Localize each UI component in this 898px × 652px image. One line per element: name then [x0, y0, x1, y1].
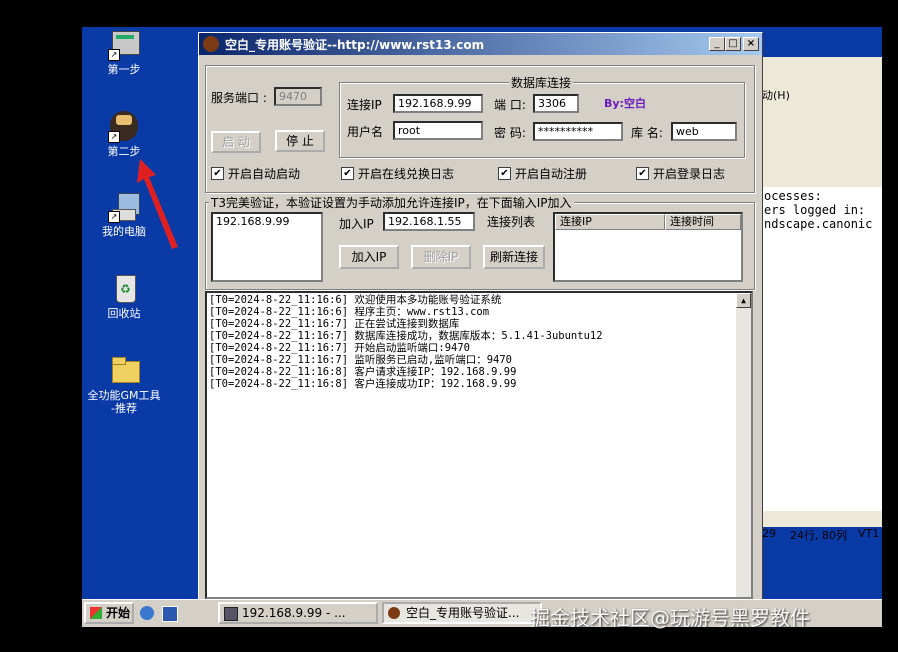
- app-shortcut-icon: ↗: [108, 29, 140, 61]
- delete-ip-button[interactable]: 删除IP: [411, 245, 471, 269]
- minimize-button[interactable]: _: [709, 37, 725, 51]
- taskbar-item-label: 192.168.9.99 - ...: [242, 606, 346, 620]
- app-icon: [388, 607, 400, 619]
- log-line: [T0=2024-8-22_11:16:6] 程序主页：www.rst13.co…: [209, 306, 490, 318]
- close-button[interactable]: ×: [743, 37, 759, 51]
- add-ip-button[interactable]: 加入IP: [339, 245, 399, 269]
- checkbox-label: 开启自动启动: [228, 167, 301, 181]
- db-group-title: 数据库连接: [509, 74, 574, 91]
- list-item[interactable]: 192.168.9.99: [216, 215, 318, 228]
- desktop-icon-my-computer[interactable]: ↗ 我的电脑: [84, 191, 164, 238]
- connection-list-header: 连接IP 连接时间: [555, 214, 741, 230]
- checkbox-label: 开启在线兑换日志: [358, 167, 455, 181]
- dbport-label: 端 口:: [494, 98, 526, 112]
- desktop-icon-step1[interactable]: ↗ 第一步: [84, 29, 164, 76]
- watermark: 掘金技术社区@玩游号黑罗教件: [530, 606, 810, 630]
- add-ip-label: 加入IP: [339, 217, 374, 231]
- check-icon: ✔: [636, 167, 649, 180]
- game-shortcut-icon: ↗: [108, 111, 140, 143]
- user-field[interactable]: root: [393, 121, 483, 140]
- desktop-icon-label: 第一步: [107, 63, 141, 76]
- col-time[interactable]: 连接时间: [665, 214, 741, 230]
- desktop-icon-label: 回收站: [107, 307, 141, 320]
- terminal-line: ocesses:: [764, 189, 822, 203]
- port-label: 服务端口 :: [211, 91, 267, 105]
- dbname-label: 库 名:: [631, 126, 663, 140]
- ip-label: 连接IP: [347, 98, 382, 112]
- refresh-connections-button[interactable]: 刷新连接: [483, 245, 545, 269]
- pwd-label: 密 码:: [494, 126, 526, 140]
- auto-start-checkbox[interactable]: ✔ 开启自动启动: [211, 165, 300, 182]
- conn-list-label: 连接列表: [487, 215, 536, 229]
- start-button[interactable]: 启 动: [211, 131, 261, 153]
- check-icon: ✔: [211, 167, 224, 180]
- taskbar-item-auth[interactable]: 空白_专用账号验证...: [382, 602, 542, 624]
- folder-icon: [108, 355, 140, 387]
- scroll-up-icon[interactable]: ▲: [736, 293, 751, 308]
- log-line: [T0=2024-8-22_11:16:6] 欢迎使用本多功能账号验证系统: [209, 294, 502, 306]
- desktop-icon-recycle-bin[interactable]: ♻ 回收站: [84, 273, 164, 320]
- allowed-ip-list[interactable]: 192.168.9.99: [211, 212, 323, 282]
- window-title: 空白_专用账号验证--http://www.rst13.com: [225, 37, 485, 52]
- bg-menu-help[interactable]: 动(H): [762, 87, 790, 103]
- user-label: 用户名: [347, 125, 384, 139]
- connection-list[interactable]: 连接IP 连接时间: [553, 212, 743, 282]
- title-bar[interactable]: 空白_专用账号验证--http://www.rst13.com: [199, 33, 762, 55]
- terminal-icon: [224, 607, 238, 621]
- ip-field[interactable]: 192.168.9.99: [393, 94, 483, 113]
- add-ip-field[interactable]: 192.168.1.55: [383, 212, 475, 231]
- check-icon: ✔: [498, 167, 511, 180]
- auto-register-checkbox[interactable]: ✔ 开启自动注册: [498, 165, 587, 182]
- dbport-field[interactable]: 3306: [533, 94, 579, 113]
- terminal-line: ndscape.canonic: [764, 217, 873, 231]
- terminal-line: ers logged in:: [764, 203, 866, 217]
- login-log-checkbox[interactable]: ✔ 开启登录日志: [636, 165, 725, 182]
- bg-terminal: ocesses: ers logged in: ndscape.canonic: [762, 187, 882, 511]
- log-line: [T0=2024-8-22_11:16:7] 正在尝试连接到数据库: [209, 318, 460, 330]
- bg-status-a: 29: [762, 527, 776, 540]
- log-line: [T0=2024-8-22_11:16:7] 数据库连接成功，数据库版本：5.1…: [209, 330, 603, 342]
- desktop-icon-step2[interactable]: ↗ 第二步: [84, 111, 164, 158]
- port-field[interactable]: 9470: [274, 87, 322, 106]
- col-ip[interactable]: 连接IP: [555, 214, 665, 230]
- recycle-bin-icon: ♻: [108, 273, 140, 305]
- windows-logo-icon: [90, 607, 102, 619]
- log-line: [T0=2024-8-22_11:16:7] 监听服务已启动,监听端口：9470: [209, 354, 513, 366]
- password-field[interactable]: **********: [533, 122, 623, 141]
- checkbox-label: 开启登录日志: [653, 167, 726, 181]
- computer-icon: ↗: [108, 191, 140, 223]
- taskbar-item-label: 空白_专用账号验证...: [406, 606, 520, 620]
- bg-status-c: VT1: [858, 527, 880, 540]
- log-scrollbar[interactable]: [736, 293, 751, 597]
- app-icon: [203, 36, 219, 52]
- taskbar-item-terminal[interactable]: 192.168.9.99 - ...: [218, 602, 378, 624]
- desktop-icon-label: 我的电脑: [102, 225, 146, 238]
- background-terminal-window[interactable]: 动(H) ocesses: ers logged in: ndscape.can…: [762, 57, 882, 542]
- dbname-field[interactable]: web: [671, 122, 737, 141]
- log-area[interactable]: [T0=2024-8-22_11:16:6] 欢迎使用本多功能账号验证系统 [T…: [205, 291, 753, 599]
- log-line: [T0=2024-8-22_11:16:8] 客户请求连接IP：192.168.…: [209, 366, 517, 378]
- check-icon: ✔: [341, 167, 354, 180]
- auth-server-window[interactable]: 空白_专用账号验证--http://www.rst13.com _ □ × 服务…: [198, 32, 763, 602]
- desktop-icon-label: 全功能GM工具 -推荐: [87, 389, 161, 415]
- quicklaunch-icon[interactable]: [162, 606, 178, 622]
- ie-icon[interactable]: [140, 606, 154, 620]
- maximize-button[interactable]: □: [725, 37, 741, 51]
- desktop-icon-gm-tool[interactable]: 全功能GM工具 -推荐: [82, 355, 168, 415]
- stop-button[interactable]: 停 止: [275, 130, 325, 152]
- t3-group-title: T3完美验证，本验证设置为手动添加允许连接IP，在下面输入IP加入: [209, 194, 574, 211]
- bg-status-b: 24行, 80列: [790, 529, 847, 542]
- start-button-taskbar[interactable]: 开始: [84, 602, 134, 624]
- log-line: [T0=2024-8-22_11:16:8] 客户连接成功IP：192.168.…: [209, 378, 517, 390]
- exchange-log-checkbox[interactable]: ✔ 开启在线兑换日志: [341, 165, 454, 182]
- start-label: 开始: [106, 606, 131, 620]
- checkbox-label: 开启自动注册: [515, 167, 588, 181]
- author-label: By:空白: [604, 97, 646, 110]
- log-line: [T0=2024-8-22_11:16:7] 开始启动监听端口:9470: [209, 342, 471, 354]
